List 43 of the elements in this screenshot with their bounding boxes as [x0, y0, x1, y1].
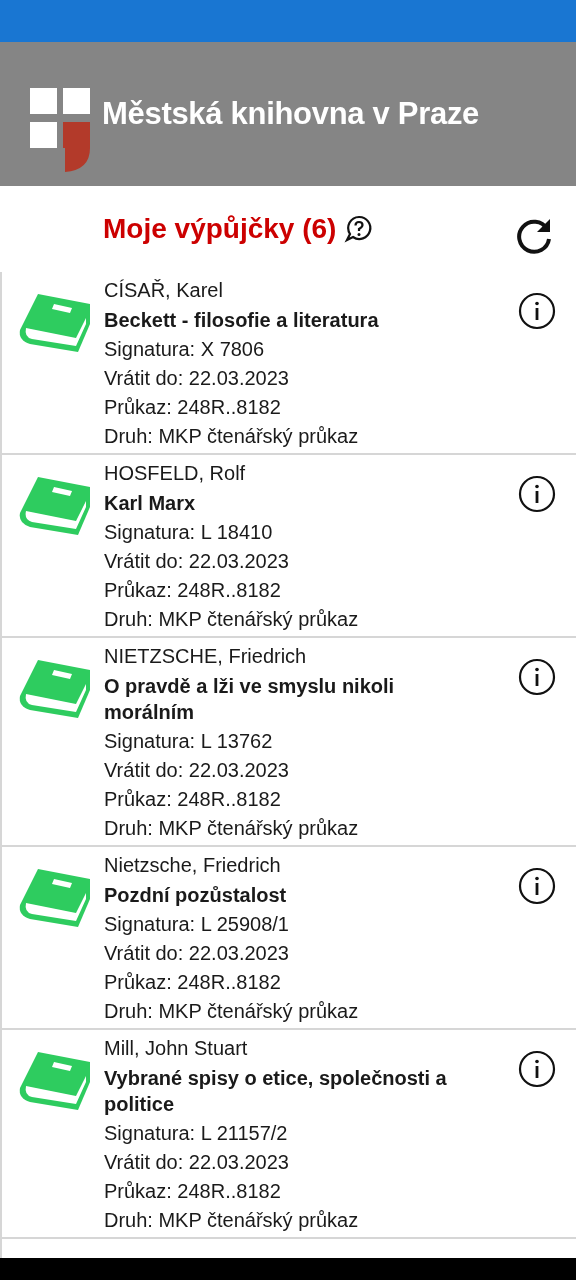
book-title: Pozdní pozůstalost [104, 883, 288, 908]
card-type-text: Druh: MKP čtenářský průkaz [104, 816, 360, 841]
signature-text: Signatura: L 13762 [104, 729, 274, 754]
logo-text: Městská knihovna v Praze [102, 96, 480, 132]
info-icon[interactable] [518, 867, 556, 905]
info-icon[interactable] [518, 292, 556, 330]
loan-item[interactable]: NIETZSCHE, Friedrich O pravdě a lži ve smyslu nikoli morálním Signatura: L 13762 Vrátit do: 22.03.2023 Průkaz: 248R..8182 Druh: MKP čtenářský průkaz [2, 638, 576, 847]
loan-item[interactable]: Mill, John Stuart Vybrané spisy o etice, společnosti a politice Signatura: L 21157/2 Vrátit do: 22.03.2023 Průkaz: 248R..8182 Druh: MKP čtenářský průkaz [2, 1030, 576, 1239]
loan-item[interactable]: HOSFELD, Rolf Karl Marx Signatura: L 18410 Vrátit do: 22.03.2023 Průkaz: 248R..8182 Druh: MKP čtenářský průkaz [2, 455, 576, 638]
card-text: Průkaz: 248R..8182 [104, 970, 282, 995]
signature-text: Signatura: L 21157/2 [104, 1121, 289, 1146]
info-icon[interactable] [518, 658, 556, 696]
card-type-text: Druh: MKP čtenářský průkaz [104, 999, 360, 1024]
card-type-text: Druh: MKP čtenářský průkaz [104, 424, 360, 449]
due-date-text: Vrátit do: 22.03.2023 [104, 1150, 290, 1175]
author-text: HOSFELD, Rolf [104, 461, 247, 486]
signature-text: Signatura: L 18410 [104, 520, 274, 545]
book-title: O pravdě a lži ve smyslu nikoli morálním [104, 674, 396, 725]
card-text: Průkaz: 248R..8182 [104, 1179, 282, 1204]
card-text: Průkaz: 248R..8182 [104, 578, 282, 603]
loan-item[interactable]: Nietzsche, Friedrich Pozdní pozůstalost Signatura: L 25908/1 Vrátit do: 22.03.2023 Průkaz: 248R..8182 Druh: MKP čtenářský průkaz [2, 847, 576, 1030]
logo-icon [30, 88, 90, 172]
info-icon[interactable] [518, 475, 556, 513]
info-icon[interactable] [518, 1050, 556, 1088]
signature-text: Signatura: L 25908/1 [104, 912, 290, 937]
book-title: Karl Marx [104, 491, 197, 516]
page-title: Moje výpůjčky (6) [103, 213, 337, 245]
author-text: CÍSAŘ, Karel [104, 278, 224, 303]
due-date-text: Vrátit do: 22.03.2023 [104, 366, 290, 391]
card-text: Průkaz: 248R..8182 [104, 395, 282, 420]
card-type-text: Druh: MKP čtenářský průkaz [104, 607, 360, 632]
signature-text: Signatura: X 7806 [104, 337, 266, 362]
due-date-text: Vrátit do: 22.03.2023 [104, 549, 290, 574]
author-text: Nietzsche, Friedrich [104, 853, 282, 878]
loan-item[interactable]: CÍSAŘ, Karel Beckett - filosofie a literatura Signatura: X 7806 Vrátit do: 22.03.2023 Průkaz: 248R..8182 Druh: MKP čtenářský průkaz [2, 272, 576, 455]
due-date-text: Vrátit do: 22.03.2023 [104, 941, 290, 966]
card-type-text: Druh: MKP čtenářský průkaz [104, 1208, 360, 1233]
author-text: NIETZSCHE, Friedrich [104, 644, 308, 669]
book-title: Beckett - filosofie a literatura [104, 308, 380, 333]
card-text: Průkaz: 248R..8182 [104, 787, 282, 812]
due-date-text: Vrátit do: 22.03.2023 [104, 758, 290, 783]
book-title: Vybrané spisy o etice, společnosti a politice [104, 1066, 448, 1117]
author-text: Mill, John Stuart [104, 1036, 249, 1061]
